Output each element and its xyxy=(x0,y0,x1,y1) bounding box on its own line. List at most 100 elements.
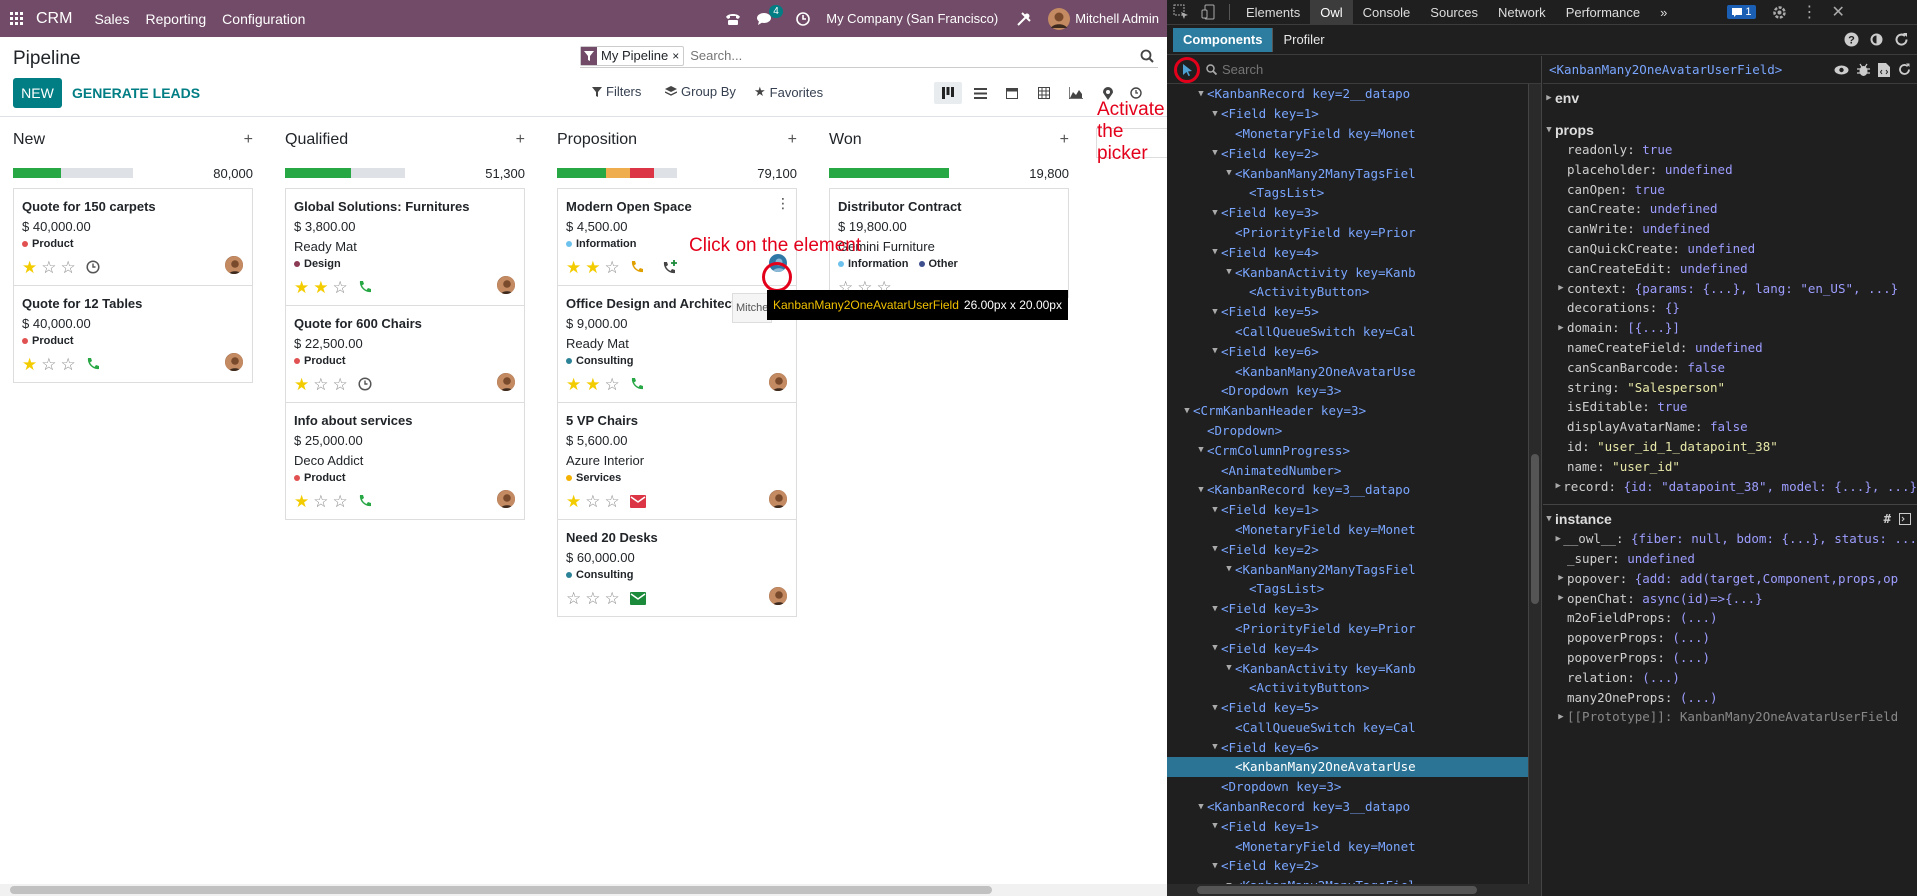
priority-star-icon[interactable]: ★ xyxy=(22,259,37,276)
list-view-button[interactable] xyxy=(966,82,994,104)
company-switcher[interactable]: My Company (San Francisco) xyxy=(826,11,998,26)
prop-row[interactable]: name: "user_id" xyxy=(1543,456,1917,476)
prop-row[interactable]: isEditable: true xyxy=(1543,397,1917,417)
instance-expand-icon[interactable]: ▶ xyxy=(1555,712,1567,722)
progress-bar[interactable] xyxy=(557,168,677,178)
priority-star-empty-icon[interactable]: ☆ xyxy=(605,590,620,607)
priority-star-empty-icon[interactable]: ☆ xyxy=(61,259,76,276)
column-header[interactable]: Proposition + xyxy=(557,128,797,152)
prop-row[interactable]: canScanBarcode: false xyxy=(1543,357,1917,377)
tree-node[interactable]: ▼ <CrmKanbanHeader key=3> xyxy=(1167,401,1528,421)
priority-star-icon[interactable]: ★ xyxy=(585,376,600,393)
tree-node[interactable]: ▼ <Field key=1> xyxy=(1167,104,1528,124)
tree-node[interactable]: ▼ <KanbanRecord key=3__datapo xyxy=(1167,797,1528,817)
priority-star-icon[interactable]: ★ xyxy=(566,493,581,510)
expand-arrow-icon[interactable]: ▼ xyxy=(1209,861,1221,871)
tab-owl[interactable]: Owl xyxy=(1310,0,1353,25)
expand-arrow-icon[interactable]: ▼ xyxy=(1209,742,1221,752)
activity-clock-icon[interactable] xyxy=(358,377,372,391)
salesperson-avatar[interactable] xyxy=(224,255,244,275)
facet-remove-icon[interactable]: × xyxy=(672,49,683,63)
scrollbar-thumb[interactable] xyxy=(10,886,992,894)
menu-reporting[interactable]: Reporting xyxy=(145,11,206,27)
prop-row[interactable]: canCreateEdit: undefined xyxy=(1543,258,1917,278)
salesperson-avatar[interactable] xyxy=(768,489,788,509)
activity-phone-icon[interactable] xyxy=(86,357,100,371)
activity-clock-icon[interactable] xyxy=(796,11,811,26)
component-search-input[interactable] xyxy=(1222,62,1522,77)
progress-segment[interactable] xyxy=(13,168,61,178)
kanban-view-button[interactable] xyxy=(934,82,962,104)
user-name[interactable]: Mitchell Admin xyxy=(1075,11,1159,26)
priority-star-empty-icon[interactable]: ☆ xyxy=(41,259,56,276)
tab-sources[interactable]: Sources xyxy=(1420,0,1488,25)
refresh-component-icon[interactable] xyxy=(1898,63,1911,76)
tree-node[interactable]: ▼ <Field key=1> xyxy=(1167,816,1528,836)
instance-row[interactable]: popoverProps: (...) xyxy=(1543,628,1917,648)
tree-node[interactable]: <KanbanMany2OneAvatarUse xyxy=(1167,361,1528,381)
more-tabs-icon[interactable]: » xyxy=(1650,0,1677,25)
filters-button[interactable]: Filters xyxy=(592,84,641,99)
pivot-view-button[interactable] xyxy=(1030,82,1058,104)
page-title[interactable]: Pipeline xyxy=(13,48,81,70)
graph-view-button[interactable] xyxy=(1062,82,1090,104)
tree-node[interactable]: ▼ <Field key=1> xyxy=(1167,500,1528,520)
tree-node[interactable]: ▼ <KanbanActivity key=Kanb xyxy=(1167,658,1528,678)
instance-section-header[interactable]: ▼ instance # xyxy=(1543,509,1917,529)
progress-segment[interactable] xyxy=(606,168,631,178)
search-input[interactable] xyxy=(690,48,1091,63)
dark-mode-icon[interactable] xyxy=(1869,32,1884,47)
quick-add-icon[interactable]: + xyxy=(1060,131,1069,149)
tree-scroll-thumb[interactable] xyxy=(1531,454,1539,604)
progress-segment[interactable] xyxy=(285,168,351,178)
tree-scrollbar[interactable] xyxy=(1529,84,1541,884)
tab-network[interactable]: Network xyxy=(1488,0,1556,25)
expand-arrow-icon[interactable]: ▼ xyxy=(1209,346,1221,356)
tree-hscrollbar[interactable] xyxy=(1167,884,1541,896)
instance-row[interactable]: m2oFieldProps: (...) xyxy=(1543,608,1917,628)
priority-star-empty-icon[interactable]: ☆ xyxy=(333,493,348,510)
tree-node[interactable]: ▼ <Field key=2> xyxy=(1167,143,1528,163)
settings-gear-icon[interactable] xyxy=(1772,5,1787,20)
prop-row[interactable]: id: "user_id_1_datapoint_38" xyxy=(1543,437,1917,457)
kanban-card[interactable]: Quote for 12 Tables $ 40,000.00 Product ★ ☆… xyxy=(14,286,252,382)
tree-node[interactable]: <MonetaryField key=Monet xyxy=(1167,836,1528,856)
prop-row[interactable]: ▶ domain: [{...}] xyxy=(1543,318,1917,338)
tab-elements[interactable]: Elements xyxy=(1236,0,1310,25)
prop-row[interactable]: placeholder: undefined xyxy=(1543,159,1917,179)
tree-node[interactable]: <AnimatedNumber> xyxy=(1167,460,1528,480)
prop-expand-icon[interactable]: ▶ xyxy=(1555,323,1567,333)
column-header[interactable]: Won + xyxy=(829,128,1069,152)
section-arrow-icon[interactable]: ▼ xyxy=(1543,514,1555,524)
priority-star-empty-icon[interactable]: ☆ xyxy=(605,493,620,510)
salesperson-avatar[interactable] xyxy=(496,489,516,509)
prop-row[interactable]: readonly: true xyxy=(1543,140,1917,160)
prop-row[interactable]: canCreate: undefined xyxy=(1543,199,1917,219)
instance-row[interactable]: popoverProps: (...) xyxy=(1543,648,1917,668)
tree-node[interactable]: ▼ <KanbanRecord key=2__datapo xyxy=(1167,84,1528,104)
salesperson-avatar[interactable] xyxy=(496,372,516,392)
activity-phone-icon[interactable] xyxy=(630,377,644,391)
prop-row[interactable]: ▶ context: {params: {...}, lang: "en_US",… xyxy=(1543,278,1917,298)
search-icon[interactable] xyxy=(1140,49,1154,63)
help-icon[interactable]: ? xyxy=(1844,32,1859,47)
inspect-element-icon[interactable] xyxy=(1167,0,1195,25)
tree-node[interactable]: ▼ <Field key=5> xyxy=(1167,698,1528,718)
activity-phone-icon[interactable] xyxy=(358,494,372,508)
tree-node[interactable]: ▼ <KanbanActivity key=Kanb xyxy=(1167,262,1528,282)
expand-arrow-icon[interactable]: ▼ xyxy=(1195,802,1207,812)
tab-console[interactable]: Console xyxy=(1353,0,1421,25)
horizontal-scrollbar[interactable] xyxy=(0,884,1167,896)
salesperson-avatar[interactable] xyxy=(768,586,788,606)
card-kebab-icon[interactable]: ⋮ xyxy=(776,195,790,212)
expand-arrow-icon[interactable]: ▼ xyxy=(1209,643,1221,653)
tree-node[interactable]: ▼<KanbanMany2ManyTagsFiel xyxy=(1167,163,1528,183)
prop-row[interactable]: decorations: {} xyxy=(1543,298,1917,318)
prop-row[interactable]: canQuickCreate: undefined xyxy=(1543,239,1917,259)
progress-segment[interactable] xyxy=(630,168,655,178)
tree-node[interactable]: <PriorityField key=Prior xyxy=(1167,619,1528,639)
quick-add-icon[interactable]: + xyxy=(244,131,253,149)
hash-icon[interactable]: # xyxy=(1883,511,1891,526)
priority-star-icon[interactable]: ★ xyxy=(566,376,581,393)
tree-node[interactable]: ▼ <CrmColumnProgress> xyxy=(1167,440,1528,460)
